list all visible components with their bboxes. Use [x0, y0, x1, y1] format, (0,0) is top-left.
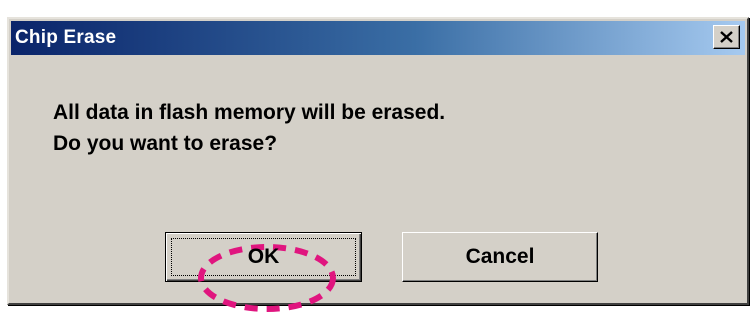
dialog-title: Chip Erase — [15, 27, 117, 48]
ok-button[interactable]: OK — [165, 232, 362, 282]
cancel-button-label: Cancel — [465, 245, 535, 268]
cancel-button[interactable]: Cancel — [402, 232, 598, 282]
message-line-2: Do you want to erase? — [53, 132, 278, 155]
message-line-1: All data in flash memory will be erased. — [53, 101, 446, 124]
close-icon — [720, 31, 733, 43]
chip-erase-dialog: Chip Erase All data in flash memory will… — [7, 17, 749, 312]
ok-button-label: OK — [247, 245, 280, 268]
confirmation-message: All data in flash memory will be erased.… — [53, 97, 445, 159]
close-button[interactable] — [713, 25, 740, 49]
title-bar[interactable]: Chip Erase — [11, 21, 745, 55]
